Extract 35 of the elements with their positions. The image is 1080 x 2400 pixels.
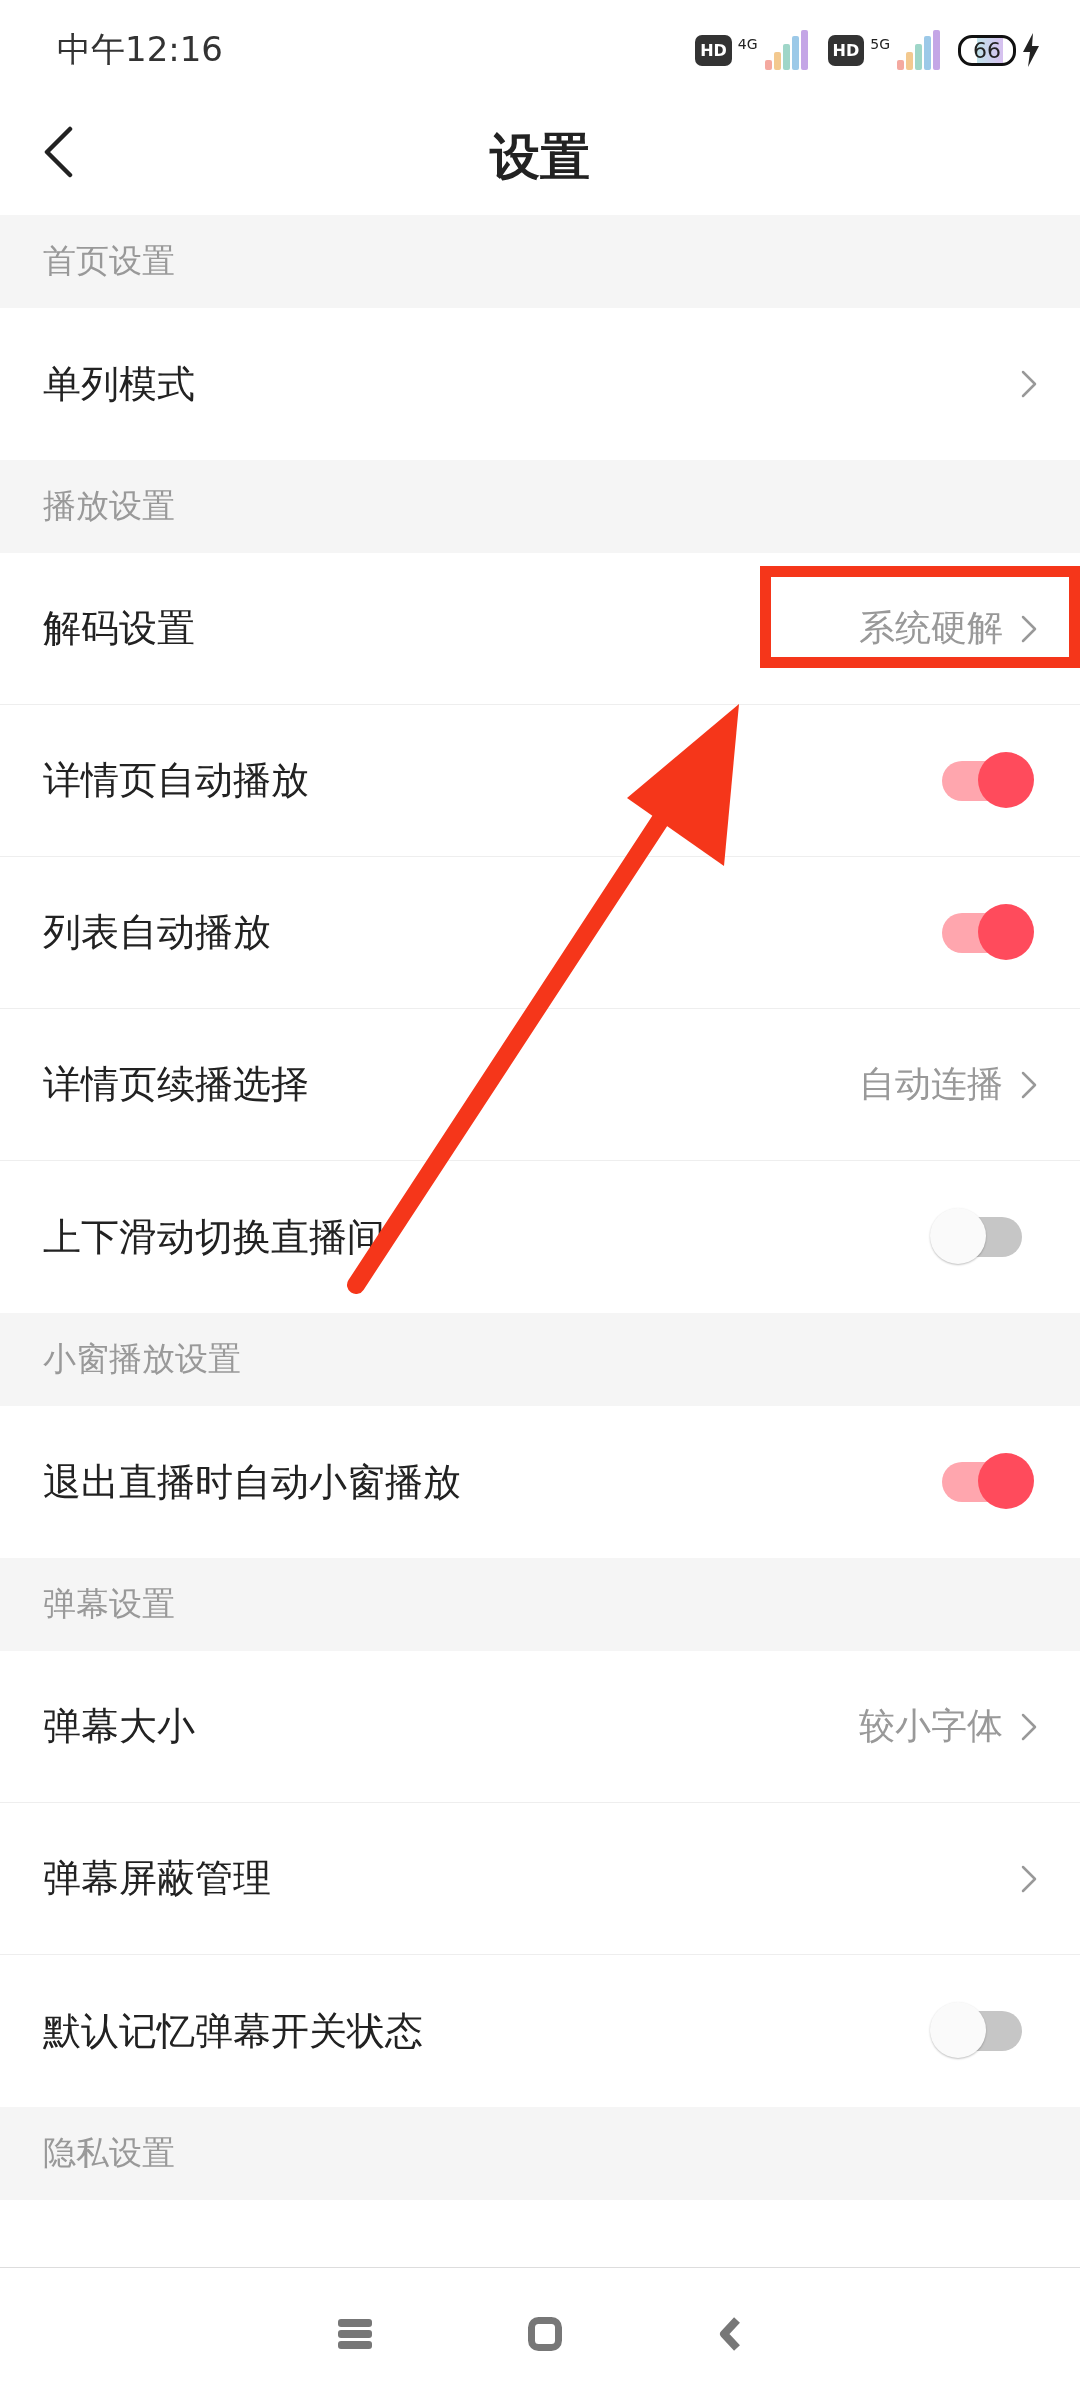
network-type: 4G <box>737 36 758 52</box>
hd-badge: HD <box>827 34 865 66</box>
signal-icon <box>896 30 940 70</box>
row-label: 弹幕屏蔽管理 <box>43 1855 271 1902</box>
section-header: 弹幕设置 <box>0 1558 1080 1651</box>
chevron-icon <box>1021 1712 1037 1741</box>
row-label: 弹幕大小 <box>43 1703 195 1750</box>
chevron-icon <box>1021 1864 1037 1893</box>
chevron-icon <box>1021 1070 1037 1099</box>
status-time: 中午12:16 <box>57 28 223 71</box>
row-label: 列表自动播放 <box>43 909 271 956</box>
row-label: 退出直播时自动小窗播放 <box>43 1458 461 1506</box>
back-icon[interactable] <box>43 126 73 178</box>
row-label: 解码设置 <box>43 605 195 652</box>
hd-badge: HD <box>695 34 732 66</box>
battery-indicator: 66 <box>958 34 1016 66</box>
section-header: 隐私设置 <box>0 2107 1080 2200</box>
home-icon[interactable] <box>528 2317 562 2351</box>
chevron-icon <box>1021 614 1037 643</box>
charging-icon <box>1022 33 1040 67</box>
section-header: 首页设置 <box>0 215 1080 308</box>
page-title: 设置 <box>490 127 590 188</box>
row-label: 详情页续播选择 <box>43 1061 309 1108</box>
row-label: 默认记忆弹幕开关状态 <box>43 2007 423 2055</box>
row-label: 单列模式 <box>43 360 195 408</box>
row-value: 较小字体 <box>859 1704 1003 1748</box>
section-header: 小窗播放设置 <box>0 1313 1080 1406</box>
row-value: 自动连播 <box>859 1062 1003 1106</box>
network-type: 5G <box>870 36 890 52</box>
menu-icon[interactable] <box>338 2319 372 2349</box>
section-header: 播放设置 <box>0 460 1080 553</box>
row-value: 系统硬解 <box>859 606 1003 650</box>
signal-icon <box>763 30 808 70</box>
chevron-icon <box>1021 370 1037 398</box>
row-label: 详情页自动播放 <box>43 757 309 804</box>
